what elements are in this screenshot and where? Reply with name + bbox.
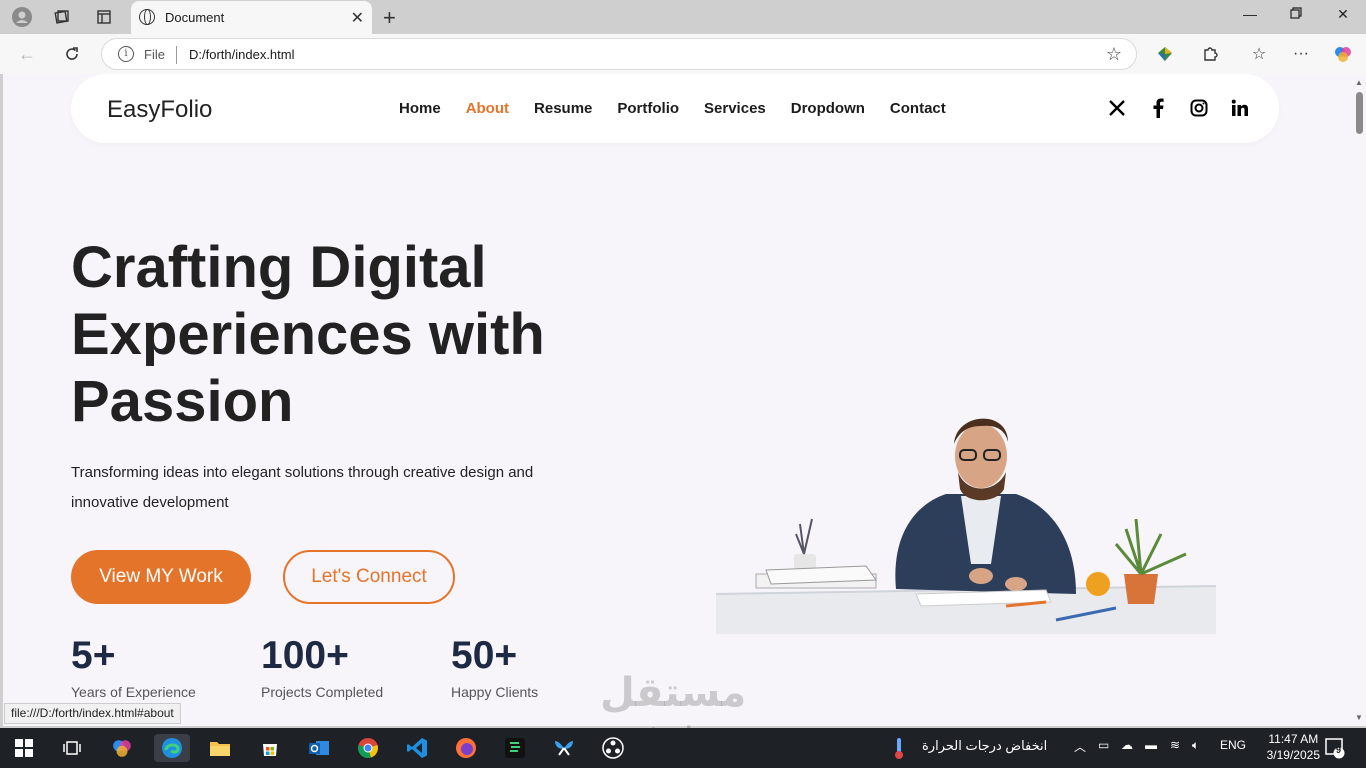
onedrive-cloud-icon[interactable]: ☁ <box>1121 738 1133 752</box>
menu-dropdown[interactable]: Dropdown <box>791 100 865 117</box>
main-menu: Home About Resume Portfolio Services Dro… <box>399 100 971 117</box>
notification-center-icon[interactable] <box>1324 737 1346 762</box>
stat-label: Happy Clients <box>451 684 539 700</box>
refresh-button[interactable] <box>60 42 84 66</box>
edge-taskbar-icon[interactable] <box>154 734 190 762</box>
notification-count: 9 <box>1336 745 1342 755</box>
battery-icon[interactable]: ▬ <box>1145 738 1157 752</box>
menu-home[interactable]: Home <box>399 100 441 117</box>
task-view-icon[interactable] <box>58 734 86 762</box>
profile-icon[interactable] <box>11 6 33 28</box>
windows-start-icon[interactable] <box>10 734 38 762</box>
stat-years: 5+ Years of Experience <box>71 634 196 700</box>
watermark-arabic: مستقل <box>600 671 747 715</box>
app-icon[interactable] <box>501 734 529 762</box>
back-button[interactable]: ← <box>15 42 39 66</box>
scroll-thumb[interactable] <box>1356 92 1363 134</box>
wifi-icon[interactable]: ≋ <box>1170 738 1180 752</box>
tab-strip: Document ✕ + — ✕ <box>0 0 1366 34</box>
clock-time: 11:47 AM <box>1268 732 1319 746</box>
site-logo[interactable]: EasyFolio <box>107 96 212 124</box>
volume-icon[interactable]: 🔈︎ <box>1192 738 1199 753</box>
restore-button[interactable] <box>1286 6 1306 22</box>
stat-clients: 50+ Happy Clients <box>451 634 538 700</box>
close-tab-icon[interactable]: ✕ <box>351 8 364 28</box>
stat-projects: 100+ Projects Completed <box>261 634 383 700</box>
scroll-up-icon[interactable]: ▲ <box>1355 78 1363 87</box>
toolbar: ← i File D:/forth/index.html ☆ ☆ ··· <box>0 34 1366 74</box>
menu-portfolio[interactable]: Portfolio <box>617 100 679 117</box>
tab-title: Document <box>165 10 225 25</box>
x-icon[interactable] <box>1106 96 1128 120</box>
stat-number: 5+ <box>71 634 116 677</box>
show-hidden-icons[interactable]: ︿ <box>1074 738 1086 755</box>
tab-actions-icon[interactable] <box>93 6 115 28</box>
copilot-taskbar-icon[interactable] <box>108 734 136 762</box>
browser-tab[interactable]: Document ✕ <box>131 1 372 34</box>
menu-about[interactable]: About <box>466 100 509 117</box>
obs-icon[interactable] <box>599 734 627 762</box>
address-bar[interactable]: i File D:/forth/index.html ☆ <box>101 38 1137 70</box>
file-explorer-icon[interactable] <box>206 734 234 762</box>
outlook-icon[interactable] <box>305 734 333 762</box>
favorite-star-icon[interactable]: ☆ <box>1106 44 1122 65</box>
page-viewport: EasyFolio Home About Resume Portfolio Se… <box>3 74 1366 726</box>
snipping-icon[interactable] <box>550 734 578 762</box>
weather-text[interactable]: انخفاض درجات الحرارة <box>922 738 1047 754</box>
extension-gem-icon[interactable] <box>1153 42 1177 66</box>
language-indicator[interactable]: ENG <box>1220 738 1246 752</box>
globe-icon <box>139 9 155 25</box>
view-work-button[interactable]: View MY Work <box>71 550 251 604</box>
chrome-icon[interactable] <box>354 734 382 762</box>
address-url[interactable]: D:/forth/index.html <box>189 47 295 62</box>
linkedin-icon[interactable] <box>1229 96 1251 120</box>
extensions-puzzle-icon[interactable] <box>1198 42 1222 66</box>
hero-illustration <box>716 418 1216 634</box>
microsoft-store-icon[interactable] <box>256 734 284 762</box>
close-window-button[interactable]: ✕ <box>1333 6 1353 23</box>
menu-contact[interactable]: Contact <box>890 100 946 117</box>
address-divider <box>176 46 177 64</box>
hero-subtitle: Transforming ideas into elegant solution… <box>71 464 534 511</box>
hero-title: Crafting Digital Experiences with Passio… <box>71 235 545 434</box>
favorites-icon[interactable]: ☆ <box>1247 42 1271 66</box>
menu-services[interactable]: Services <box>704 100 766 117</box>
page-scrollbar[interactable]: ▲ ▼ <box>1352 74 1366 726</box>
stat-number: 50+ <box>451 634 518 677</box>
scroll-down-icon[interactable]: ▼ <box>1355 713 1363 722</box>
taskbar-clock[interactable]: 11:47 AM 3/19/2025 <box>1267 731 1320 763</box>
stat-label: Projects Completed <box>261 684 384 700</box>
social-links <box>1087 96 1251 120</box>
copilot-icon[interactable] <box>1331 42 1355 66</box>
firefox-icon[interactable] <box>452 734 480 762</box>
site-header: EasyFolio Home About Resume Portfolio Se… <box>71 74 1279 143</box>
more-menu-icon[interactable]: ··· <box>1289 42 1313 66</box>
facebook-icon[interactable] <box>1147 96 1169 120</box>
stat-label: Years of Experience <box>71 684 196 700</box>
address-scheme: File <box>144 47 165 62</box>
workspaces-icon[interactable] <box>51 6 73 28</box>
info-icon[interactable]: i <box>118 46 134 62</box>
windows-taskbar: انخفاض درجات الحرارة ︿ ▭ ☁ ▬ ≋ 🔈︎ ENG 11… <box>0 728 1366 768</box>
instagram-icon[interactable] <box>1188 96 1210 120</box>
stat-number: 100+ <box>261 634 349 677</box>
vscode-icon[interactable] <box>403 734 431 762</box>
new-tab-button[interactable]: + <box>383 5 396 31</box>
link-status-bar: file:///D:/forth/index.html#about <box>4 703 181 724</box>
minimize-button[interactable]: — <box>1240 6 1260 22</box>
weather-thermometer-icon[interactable] <box>893 736 905 763</box>
menu-resume[interactable]: Resume <box>534 100 592 117</box>
meet-now-icon[interactable]: ▭ <box>1098 738 1109 752</box>
lets-connect-button[interactable]: Let's Connect <box>283 550 455 604</box>
clock-date: 3/19/2025 <box>1266 748 1320 762</box>
